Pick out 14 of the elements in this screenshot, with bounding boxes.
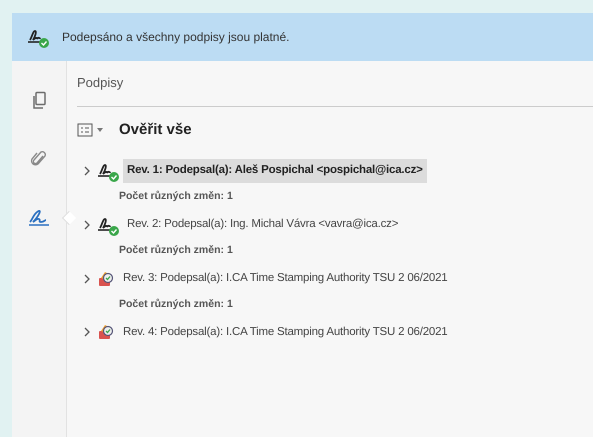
signature-pen-icon [27,207,51,227]
revision-item[interactable]: Rev. 3: Podepsal(a): I.CA Time Stamping Authority TSU 2 06/2021 [119,266,452,290]
revision-item[interactable]: Rev. 2: Podepsal(a): Ing. Michal Vávra <vavra@ica.cz> [123,213,402,236]
changes-count: Počet různých změn: 1 [119,242,234,258]
changes-count: Počet různých změn: 1 [119,189,234,204]
changes-count: Počet různých změn: 1 [119,296,234,312]
verify-all-label[interactable]: Ověřit vše [119,118,192,141]
panel-title: Podpisy [77,73,593,106]
options-menu-button[interactable] [77,122,103,137]
revision-item[interactable]: Rev. 1: Podepsal(a): Aleš Pospichal <pospichal@ica.cz> [123,159,427,183]
pages-icon [31,91,47,111]
revision-item[interactable]: Rev. 4: Podepsal(a): I.CA Time Stamping Authority TSU 2 06/2021 [119,320,452,344]
status-message: Podepsáno a všechny podpisy jsou platné. [62,29,290,46]
caret-icon [97,128,103,132]
